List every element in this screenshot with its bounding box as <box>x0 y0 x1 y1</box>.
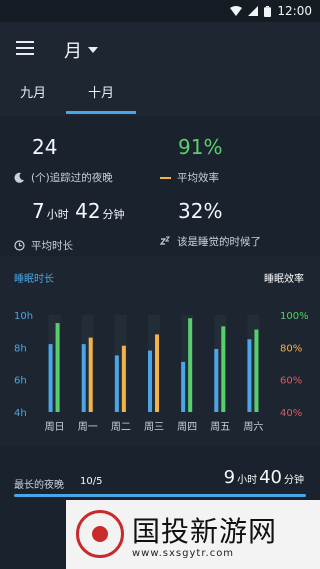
efficiency-bar[interactable] <box>121 345 126 412</box>
x-category-label: 周六 <box>243 421 263 433</box>
x-category-label: 周三 <box>144 421 164 433</box>
efficiency-bar[interactable] <box>221 326 226 412</box>
status-bar: 12:00 <box>0 0 320 22</box>
avg-time-label: 平均时长 <box>31 240 73 252</box>
efficiency-bar[interactable] <box>188 318 193 412</box>
duration-bar[interactable] <box>81 344 86 412</box>
longest-hours: 9 <box>223 467 236 488</box>
hour-unit: 小时 <box>46 208 69 221</box>
zzz-icon <box>160 236 171 247</box>
duration-bar[interactable] <box>148 350 152 412</box>
efficiency-bar[interactable] <box>254 329 259 412</box>
menu-icon[interactable] <box>16 41 34 55</box>
x-category-label: 周日 <box>45 421 65 433</box>
stat-bedtime: 32% 该是睡觉的时候了 <box>160 199 261 249</box>
nights-value: 24 <box>32 135 58 159</box>
duration-bar[interactable] <box>214 348 219 412</box>
battery-icon <box>264 5 272 17</box>
stat-efficiency: 91% 平均效率 <box>160 135 223 185</box>
y-right-tick: 40% <box>280 408 302 419</box>
y-left-tick: 4h <box>14 408 27 419</box>
y-right-tick: 80% <box>280 343 302 354</box>
avg-hours: 7 <box>32 199 45 223</box>
y-left-tick: 8h <box>14 343 27 354</box>
longest-night-label: 最长的夜晚 <box>14 480 64 491</box>
sleep-bar-chart: 10h 8h 6h 4h 100% 80% 60% 40% 周日 周一 周二 周三 周四 周五 周六 <box>14 311 309 433</box>
bedtime-value: 32% <box>178 199 223 223</box>
duration-bar[interactable] <box>48 344 53 412</box>
sleep-chart-section: 睡眠时长 睡眠效率 10h 8h 6h 4h 100% 80% 60% 40% 周日 周一 周二 周三… <box>0 256 320 446</box>
chevron-down-icon <box>88 47 98 53</box>
active-tab-indicator <box>66 111 136 114</box>
bedtime-label: 该是睡觉的时候了 <box>177 236 261 248</box>
efficiency-value: 91% <box>178 135 223 159</box>
stat-avg-time: 7 小时 42 分钟 平均时长 <box>14 200 125 253</box>
avg-time-value: 7 小时 42 分钟 <box>32 200 125 226</box>
tab-september-label: 九月 <box>19 86 46 101</box>
efficiency-label: 平均效率 <box>177 172 219 184</box>
minute-unit: 分钟 <box>102 208 125 221</box>
toolbar: 月 <box>0 22 320 74</box>
y-left-tick: 6h <box>14 376 27 387</box>
longest-minute-unit: 分钟 <box>284 475 304 486</box>
efficiency-line-icon <box>160 172 171 183</box>
tab-september[interactable]: 九月 <box>0 74 66 116</box>
x-category-label: 周四 <box>177 421 197 433</box>
y-right-tick: 100% <box>280 311 309 322</box>
wifi-icon <box>230 6 243 16</box>
longest-night-bar <box>14 494 306 497</box>
tab-october[interactable]: 十月 <box>66 74 136 116</box>
month-tabs: 九月 十月 <box>0 74 320 116</box>
efficiency-bar[interactable] <box>155 334 159 412</box>
efficiency-bar[interactable] <box>88 337 93 412</box>
longest-night-date: 10/5 <box>80 476 103 487</box>
watermark-logo-icon <box>76 510 124 558</box>
period-label: 月 <box>64 41 82 62</box>
longest-minutes: 40 <box>259 467 282 488</box>
longest-night-card: 最长的夜晚 10/5 9 小时 40 分钟 <box>0 446 320 504</box>
longest-hour-unit: 小时 <box>237 475 258 486</box>
watermark-badge: 国投新游网 www.sxsgytr.com <box>66 500 320 569</box>
signal-icon <box>248 6 259 16</box>
x-category-label: 周一 <box>78 421 98 433</box>
watermark-site: www.sxsgytr.com <box>132 548 235 559</box>
avg-minutes: 42 <box>75 199 101 223</box>
stats-panel: 24 (个)追踪过的夜晚 91% 平均效率 7 小时 42 分钟 平均时长 32… <box>0 116 320 256</box>
period-selector[interactable]: 月 <box>64 37 98 63</box>
duration-bar[interactable] <box>181 361 186 412</box>
efficiency-bar[interactable] <box>55 323 60 412</box>
clock-icon <box>14 240 25 251</box>
tab-october-label: 十月 <box>87 86 114 101</box>
moon-icon <box>14 172 25 183</box>
y-left-tick: 10h <box>14 311 33 322</box>
y-right-tick: 60% <box>280 376 302 387</box>
x-category-label: 周五 <box>210 421 230 433</box>
status-time: 12:00 <box>277 4 312 18</box>
stat-nights: 24 (个)追踪过的夜晚 <box>14 135 113 185</box>
chart-left-title: 睡眠时长 <box>14 274 54 285</box>
chart-right-title: 睡眠效率 <box>264 274 304 285</box>
nights-label: (个)追踪过的夜晚 <box>31 172 113 184</box>
longest-night-duration: 9 小时 40 分钟 <box>224 467 306 488</box>
duration-bar[interactable] <box>247 339 252 412</box>
watermark-title: 国投新游网 <box>132 515 278 548</box>
x-category-label: 周二 <box>111 421 131 433</box>
duration-bar[interactable] <box>114 355 119 412</box>
